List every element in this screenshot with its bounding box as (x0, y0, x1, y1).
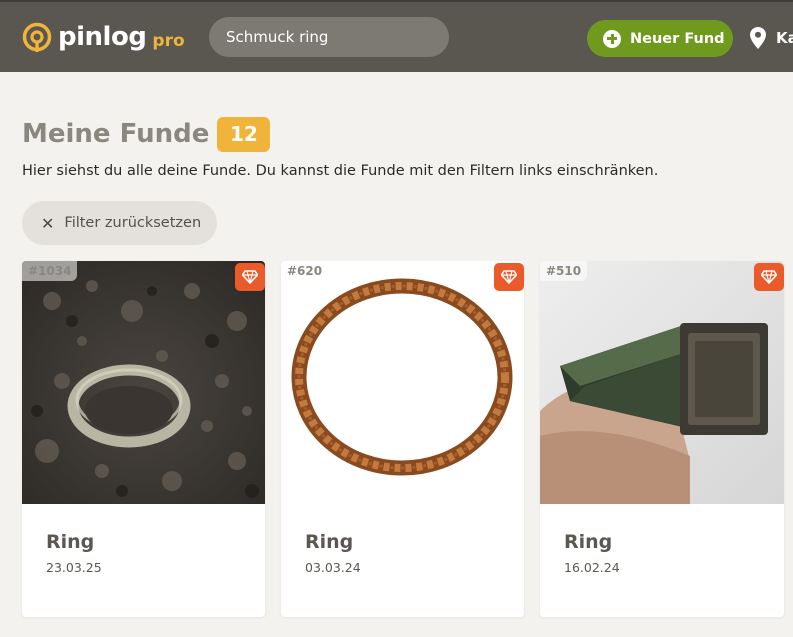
reset-filter-label: Filter zurücksetzen (64, 215, 202, 231)
page-title-row: Meine Funde 12 (22, 114, 271, 154)
gem-badge (494, 263, 524, 291)
gem-badge (754, 263, 784, 291)
find-date: 16.02.24 (564, 560, 620, 575)
gem-icon (761, 270, 777, 284)
find-date: 23.03.25 (46, 560, 102, 575)
page-subtitle: Hier siehst du alle deine Funde. Du kann… (22, 163, 659, 179)
logo-pro-label: pro (152, 31, 185, 51)
find-card[interactable]: #510 Ring 16.02.24 (540, 261, 784, 617)
top-header: pinlog pro Schmuck ring Neuer Fund Karte (0, 0, 793, 72)
close-icon: ✕ (41, 213, 55, 233)
find-photo (540, 261, 784, 504)
find-photo (22, 261, 265, 504)
map-pin-icon (750, 27, 766, 49)
map-link[interactable]: Karte (750, 26, 793, 50)
logo-text: pinlog (58, 22, 147, 52)
gem-icon (501, 270, 517, 284)
reset-filter-button[interactable]: ✕ Filter zurücksetzen (22, 201, 217, 245)
search-input[interactable]: Schmuck ring (209, 17, 449, 57)
count-badge: 12 (217, 116, 271, 152)
find-id: #510 (540, 261, 588, 281)
find-card[interactable]: #1034 Ring 23.03.25 (22, 261, 265, 617)
find-date: 03.03.24 (305, 560, 361, 575)
new-find-button[interactable]: Neuer Fund (587, 20, 733, 57)
find-title: Ring (46, 531, 95, 553)
find-id: #620 (281, 261, 329, 281)
new-find-label: Neuer Fund (630, 30, 725, 47)
page-title: Meine Funde (22, 119, 210, 149)
find-id: #1034 (22, 261, 78, 281)
pinlog-logo-icon (22, 22, 52, 52)
find-title: Ring (564, 531, 613, 553)
pinlog-logo[interactable]: pinlog pro (22, 20, 185, 54)
find-photo (281, 261, 524, 504)
map-label: Karte (776, 29, 793, 47)
gem-badge (235, 263, 265, 291)
find-card[interactable]: #620 Ring 03.03.24 (281, 261, 524, 617)
plus-circle-icon (603, 29, 621, 48)
find-title: Ring (305, 531, 354, 553)
gem-icon (242, 270, 258, 284)
